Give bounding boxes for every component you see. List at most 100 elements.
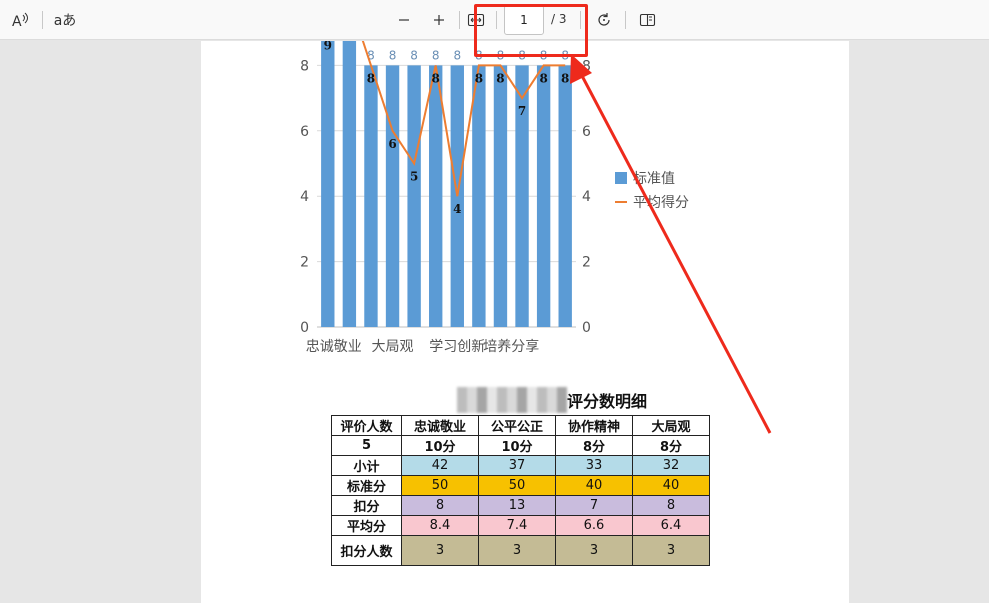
toolbar-divider: [42, 11, 43, 29]
legend-bar-swatch: [615, 172, 627, 184]
table-cell: 8: [632, 495, 710, 516]
legend-item-average: 平均得分: [615, 190, 689, 214]
y-tick-label-left: 8: [300, 58, 309, 74]
x-tick-label: 大局观: [372, 339, 414, 355]
redacted-text: [457, 387, 567, 413]
line-value-label: 8: [367, 71, 375, 85]
table-header-cell: 评价人数: [331, 415, 402, 436]
line-value-label: 8: [539, 71, 547, 85]
table-header-row: 5 10分 10分 8分 8分: [331, 435, 710, 456]
table-cell: 7.4: [478, 515, 556, 536]
legend-item-standard: 标准值: [615, 166, 689, 190]
rotate-icon: [598, 13, 610, 26]
y-tick-label-right: 8: [582, 58, 591, 74]
bar: [429, 65, 443, 328]
read-aloud-button[interactable]: A: [8, 6, 34, 34]
plus-icon: [434, 15, 444, 25]
table-header-cell: 8分: [632, 435, 710, 456]
zoom-in-button[interactable]: [428, 6, 450, 34]
table-cell: 42: [401, 455, 479, 476]
table-cell: 6.6: [555, 515, 633, 536]
bar: [364, 65, 378, 328]
row-label: 平均分: [331, 515, 402, 536]
page-view-button[interactable]: [637, 6, 659, 34]
line-value-label: 8: [561, 71, 569, 85]
x-tick-label: 培养分享: [483, 338, 539, 355]
combo-chart: 0022446688101088888888889108658488788忠诚敬…: [300, 41, 591, 355]
svg-text:A: A: [12, 14, 22, 29]
legend-label: 平均得分: [633, 195, 689, 211]
x-tick-label: 学习创新: [429, 339, 485, 355]
bar: [558, 65, 572, 328]
table-row: 扣分 8 13 7 8: [331, 495, 710, 516]
table-title: 评分数明细: [451, 386, 701, 414]
bar: [472, 65, 486, 328]
line-value-label: 8: [496, 71, 504, 85]
table-cell: 8.4: [401, 515, 479, 536]
score-detail-table: 评价人数 忠诚敬业 公平公正 协作精神 大局观 5 10分 10分 8分 8分 …: [331, 415, 710, 566]
bar-value-label: 8: [410, 48, 418, 62]
table-title-text: 评分数明细: [567, 392, 648, 411]
zoom-out-button[interactable]: [393, 6, 415, 34]
table-cell: 32: [632, 455, 710, 476]
y-tick-label-left: 6: [300, 124, 309, 140]
bar: [536, 65, 551, 328]
legend-label: 标准值: [633, 171, 675, 187]
table-cell: 8: [401, 495, 479, 516]
row-label: 扣分: [331, 495, 402, 516]
table-cell: 7: [555, 495, 633, 516]
table-header-cell: 大局观: [632, 415, 710, 436]
x-tick-label: 忠诚敬业: [306, 339, 362, 355]
table-header-cell: 8分: [555, 435, 633, 456]
table-header-cell: 协作精神: [555, 415, 633, 436]
bar-value-label: 8: [432, 48, 440, 62]
table-header-cell: 10分: [401, 435, 479, 456]
table-header-cell: 10分: [478, 435, 556, 456]
line-value-label: 6: [388, 137, 396, 151]
bar: [321, 41, 335, 327]
table-header-cell: 忠诚敬业: [401, 415, 479, 436]
row-label: 标准分: [331, 475, 402, 496]
line-value-label: 4: [453, 202, 461, 216]
table-cell: 6.4: [632, 515, 710, 536]
row-label: 扣分人数: [331, 535, 402, 566]
table-row: 小计 42 37 33 32: [331, 455, 710, 476]
table-header-row: 评价人数 忠诚敬业 公平公正 协作精神 大局观: [331, 415, 710, 436]
minus-icon: [399, 19, 409, 21]
bar: [385, 65, 400, 328]
line-value-label: 9: [324, 41, 332, 53]
y-tick-label-right: 0: [582, 320, 591, 336]
table-cell: 13: [478, 495, 556, 516]
y-tick-label-right: 6: [582, 124, 591, 140]
bar-value-label: 8: [389, 48, 397, 62]
bar: [342, 41, 357, 327]
table-cell: 33: [555, 455, 633, 476]
rotate-button[interactable]: [592, 6, 616, 34]
table-cell: 3: [401, 535, 479, 566]
line-value-label: 8: [475, 71, 483, 85]
y-tick-label-left: 4: [300, 189, 309, 205]
line-value-label: 7: [518, 104, 526, 118]
table-cell: 3: [555, 535, 633, 566]
table-cell: 3: [478, 535, 556, 566]
text-options-button[interactable]: aあ: [52, 6, 78, 34]
y-tick-label-left: 2: [300, 255, 309, 271]
bar: [407, 65, 421, 328]
page-view-icon: [639, 13, 656, 27]
table-row: 标准分 50 50 40 40: [331, 475, 710, 496]
bar-value-label: 8: [453, 48, 461, 62]
line-value-label: 8: [432, 71, 440, 85]
text-options-label: aあ: [53, 13, 77, 29]
table-cell: 37: [478, 455, 556, 476]
toolbar-divider: [459, 11, 460, 29]
bar: [493, 65, 508, 328]
y-tick-label-left: 0: [300, 320, 309, 336]
toolbar-divider: [625, 11, 626, 29]
table-row: 平均分 8.4 7.4 6.6 6.4: [331, 515, 710, 536]
table-cell: 50: [478, 475, 556, 496]
legend-line-swatch: [615, 201, 627, 203]
table-cell: 50: [401, 475, 479, 496]
read-aloud-icon: A: [12, 12, 28, 29]
line-series-average: [361, 41, 566, 197]
pdf-page: 0022446688101088888888889108658488788忠诚敬…: [201, 41, 849, 603]
